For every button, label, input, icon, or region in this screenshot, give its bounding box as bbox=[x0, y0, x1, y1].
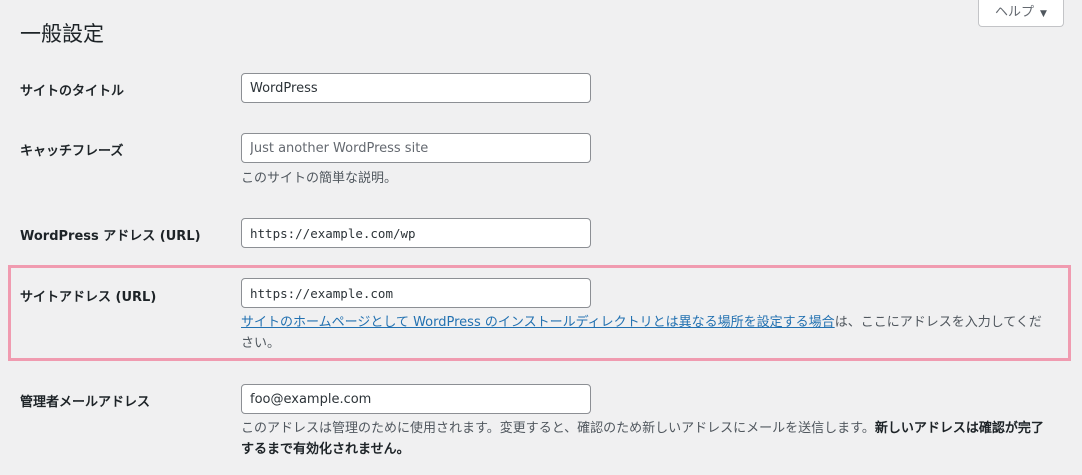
site-address-label: サイトアドレス (URL) bbox=[20, 290, 157, 305]
wp-address-input[interactable] bbox=[241, 218, 591, 248]
site-address-description: サイトのホームページとして WordPress のインストールディレクトリとは異… bbox=[241, 312, 1052, 354]
site-title-input[interactable] bbox=[241, 73, 591, 103]
wp-address-label: WordPress アドレス (URL) bbox=[20, 229, 201, 244]
admin-email-description: このアドレスは管理のために使用されます。変更すると、確認のため新しいアドレスにメ… bbox=[241, 418, 1052, 460]
tagline-description: このサイトの簡単な説明。 bbox=[241, 171, 398, 186]
admin-email-label: 管理者メールアドレス bbox=[20, 395, 151, 410]
caret-down-icon: ▼ bbox=[1040, 9, 1047, 19]
help-label: ヘルプ bbox=[995, 5, 1035, 20]
help-tab-button[interactable]: ヘルプ ▼ bbox=[978, 0, 1064, 27]
admin-email-description-text: このアドレスは管理のために使用されます。変更すると、確認のため新しいアドレスにメ… bbox=[241, 421, 875, 436]
page-title: 一般設定 bbox=[20, 22, 104, 46]
admin-email-input[interactable] bbox=[241, 384, 591, 414]
site-title-label: サイトのタイトル bbox=[20, 84, 125, 99]
tagline-label: キャッチフレーズ bbox=[20, 144, 124, 159]
site-address-help-link[interactable]: サイトのホームページとして WordPress のインストールディレクトリとは異… bbox=[241, 315, 835, 330]
tagline-input[interactable] bbox=[241, 133, 591, 163]
site-address-input[interactable] bbox=[241, 278, 591, 308]
